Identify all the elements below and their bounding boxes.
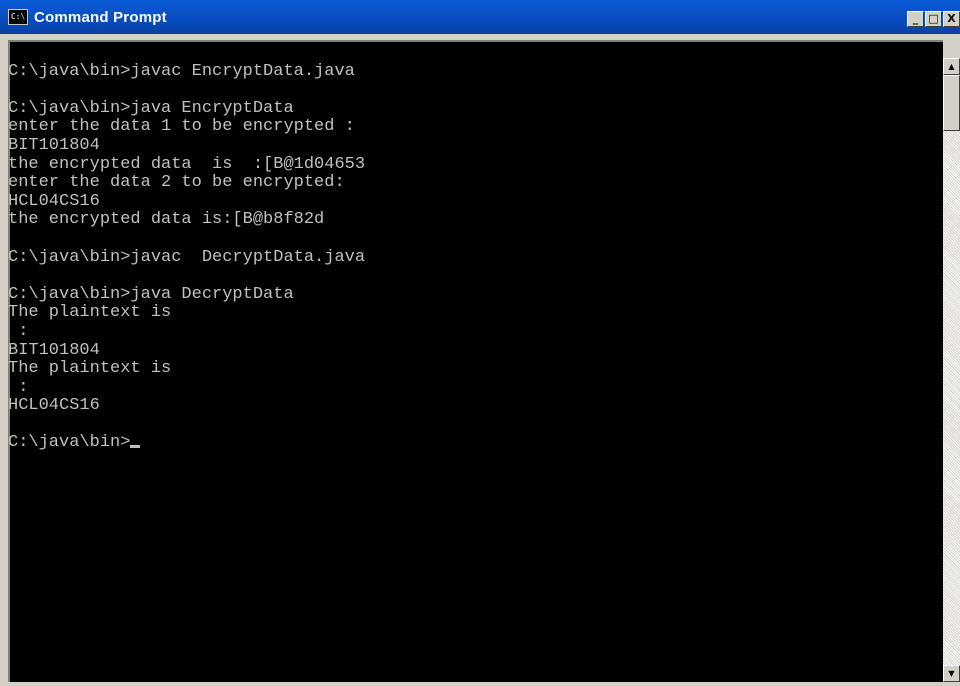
console-line: HCL04CS16 xyxy=(8,191,100,211)
vertical-scrollbar[interactable]: ▲ ▼ xyxy=(943,58,960,682)
console-line: the encrypted data is :[B@1d04653 xyxy=(8,154,366,174)
prompt-text: C:\java\bin> xyxy=(8,433,131,453)
console-line: the encrypted data is:[B@b8f82d xyxy=(8,210,325,230)
window-controls: _ □ X xyxy=(906,11,960,27)
scroll-up-arrow-icon[interactable]: ▲ xyxy=(943,58,960,75)
title-bar[interactable]: C:\ Command Prompt _ □ X xyxy=(0,0,960,34)
console-line: enter the data 2 to be encrypted: xyxy=(8,173,345,193)
console-line: : xyxy=(8,377,29,397)
console-line: BIT101804 xyxy=(8,135,100,155)
console-line: enter the data 1 to be encrypted : xyxy=(8,117,355,137)
console-line: C:\java\bin>javac EncryptData.java xyxy=(8,61,355,81)
console-line: The plaintext is xyxy=(8,359,172,379)
console-output[interactable]: C:\java\bin>javac EncryptData.java C:\jav… xyxy=(8,44,365,453)
console-line: BIT101804 xyxy=(8,340,100,360)
prompt-line: C:\java\bin> xyxy=(8,434,365,453)
scroll-down-arrow-icon[interactable]: ▼ xyxy=(943,665,960,682)
console-line: HCL04CS16 xyxy=(8,396,100,416)
console-line: The plaintext is xyxy=(8,303,172,323)
close-button[interactable]: X xyxy=(943,11,960,27)
console-icon[interactable]: C:\ xyxy=(8,9,28,25)
console-line: : xyxy=(8,321,29,341)
console-line: C:\java\bin>java DecryptData xyxy=(8,284,294,304)
console-line: C:\java\bin>javac DecryptData.java xyxy=(8,247,366,267)
maximize-button[interactable]: □ xyxy=(925,11,942,27)
scrollbar-thumb[interactable] xyxy=(943,75,960,131)
minimize-button[interactable]: _ xyxy=(907,11,924,27)
console-line: C:\java\bin>java EncryptData xyxy=(8,98,294,118)
window-title: Command Prompt xyxy=(34,8,167,26)
text-cursor xyxy=(130,445,141,449)
command-prompt-window: C:\ Command Prompt _ □ X C:\java\bin>jav… xyxy=(0,0,960,686)
